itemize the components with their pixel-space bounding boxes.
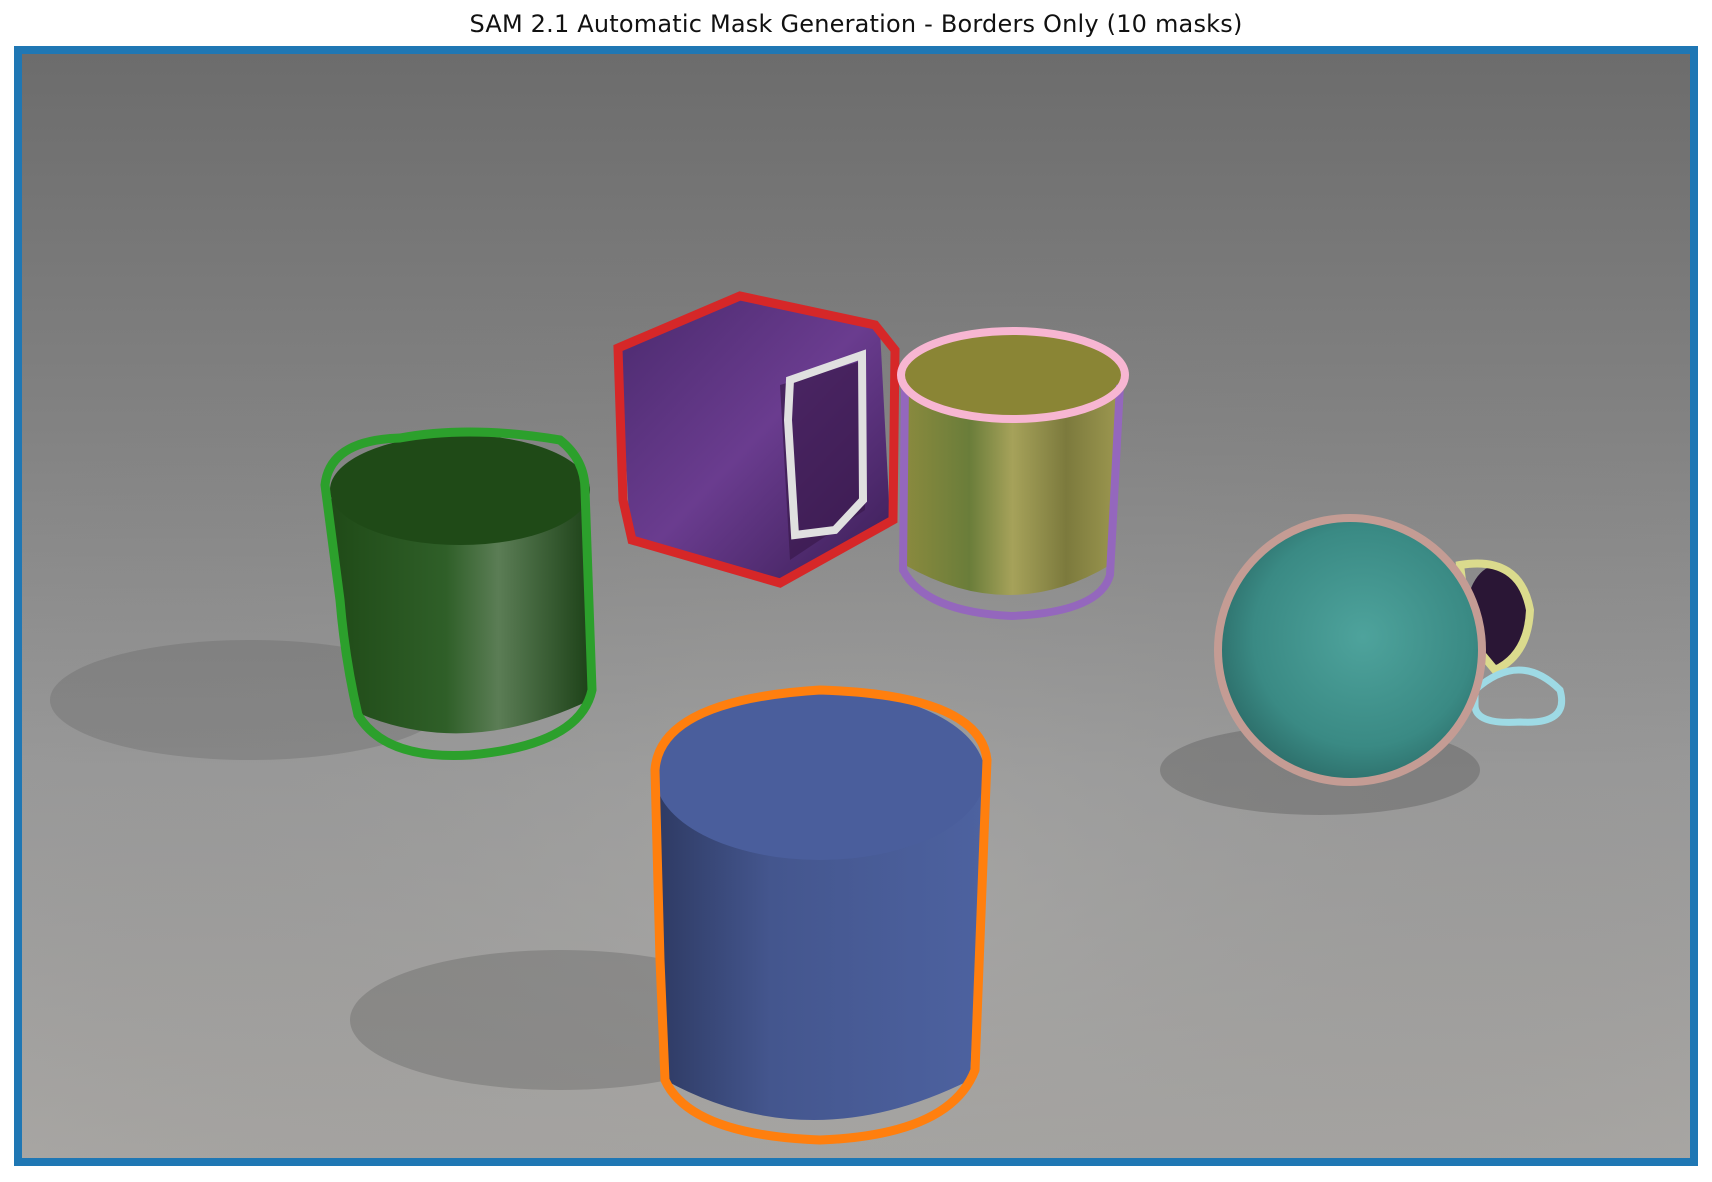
purple-cube xyxy=(613,291,900,588)
scene-image xyxy=(14,46,1698,1166)
figure: SAM 2.1 Automatic Mask Generation - Bord… xyxy=(0,0,1712,1182)
blue-cylinder xyxy=(650,685,992,1145)
green-cylinder xyxy=(320,427,597,760)
teal-sphere xyxy=(1214,514,1486,786)
gold-cylinder xyxy=(897,327,1129,621)
